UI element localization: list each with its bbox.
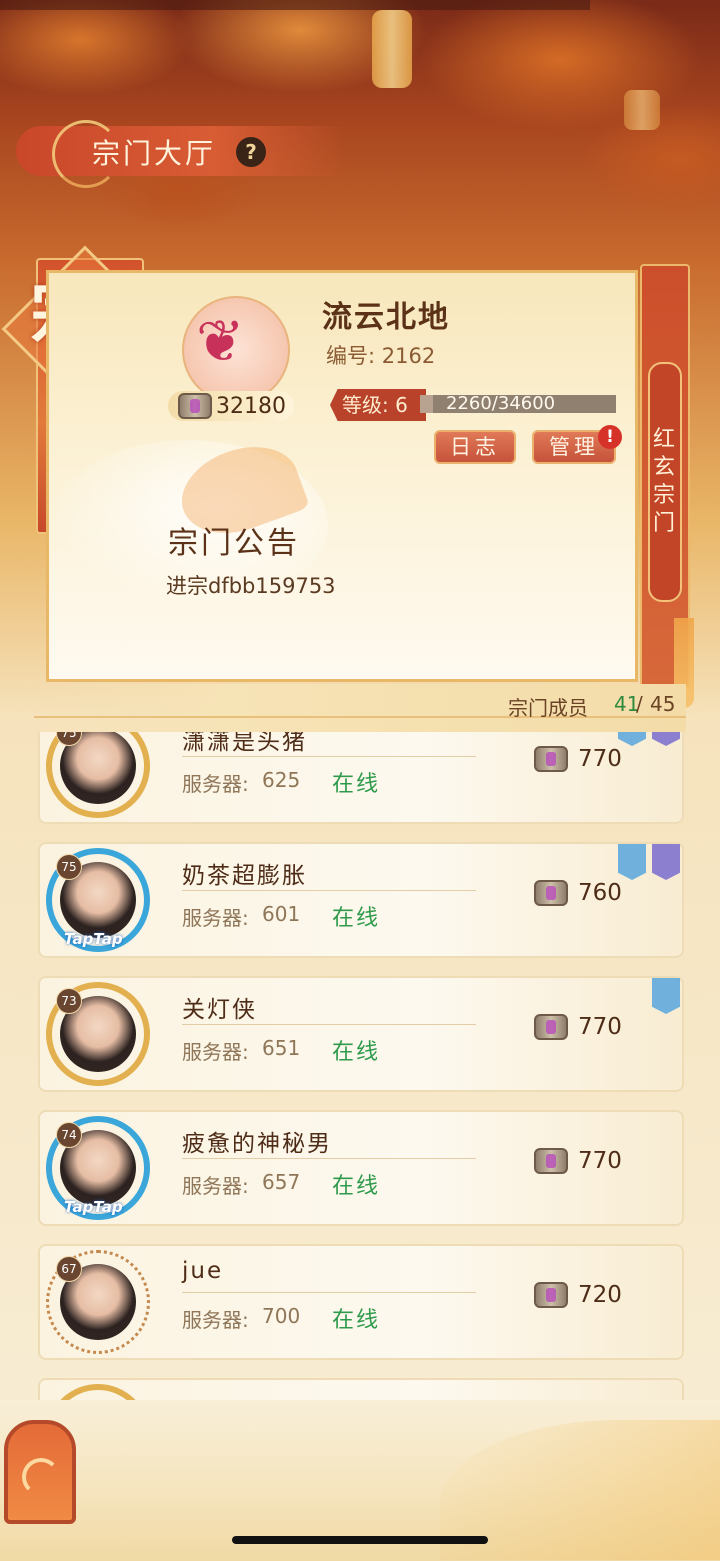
log-button[interactable]: 日志 bbox=[434, 430, 516, 464]
online-status: 在线 bbox=[332, 1174, 381, 1199]
server-label: 服务器: bbox=[182, 772, 249, 796]
level-badge: 67 bbox=[56, 1256, 82, 1282]
member-name: 奶茶超膨胀 bbox=[182, 863, 307, 889]
online-status: 在线 bbox=[332, 1040, 381, 1065]
divider bbox=[182, 1024, 476, 1025]
scroll-currency-icon bbox=[534, 1282, 568, 1308]
avatar[interactable]: 67 bbox=[46, 1250, 150, 1354]
clan-level-tag: 等级: 6 bbox=[330, 389, 426, 421]
clan-name: 流云北地 bbox=[322, 300, 450, 335]
scroll-currency-icon bbox=[534, 880, 568, 906]
lantern-icon bbox=[624, 90, 660, 130]
back-arrow-icon bbox=[22, 1458, 60, 1496]
taptap-label: TapTap bbox=[64, 1198, 123, 1216]
member-name: jue bbox=[182, 1258, 224, 1284]
scroll-currency-icon bbox=[534, 746, 568, 772]
notice-title: 宗门公告 bbox=[168, 526, 300, 561]
page-title: 宗门大厅 bbox=[92, 137, 217, 170]
clan-funds: 32180 bbox=[216, 394, 286, 419]
online-status: 在线 bbox=[332, 906, 381, 931]
server-label: 服务器: bbox=[182, 1308, 249, 1332]
scroll-currency-icon bbox=[534, 1148, 568, 1174]
member-card[interactable]: 74 TapTap 疲惫的神秘男 服务器: 657 在线 770 bbox=[38, 1110, 684, 1226]
role-badge-icon bbox=[618, 732, 646, 746]
lantern-icon bbox=[372, 10, 412, 88]
server-number: 700 bbox=[262, 1304, 301, 1328]
contribution-value: 770 bbox=[578, 1148, 622, 1174]
member-card[interactable]: 73 关灯侠 服务器: 651 在线 770 bbox=[38, 976, 684, 1092]
side-banner-text: 红玄宗门 bbox=[652, 427, 675, 536]
avatar[interactable]: 74 TapTap bbox=[46, 1116, 150, 1220]
member-card[interactable]: 67 jue 服务器: 700 在线 720 bbox=[38, 1244, 684, 1360]
contribution-value: 720 bbox=[578, 1282, 622, 1308]
taptap-label: TapTap bbox=[64, 930, 123, 948]
online-status: 在线 bbox=[332, 1308, 381, 1333]
alert-icon: ! bbox=[598, 425, 622, 449]
contribution-value: 760 bbox=[578, 880, 622, 906]
member-name: 潇潇是头猪 bbox=[182, 732, 307, 755]
member-card[interactable]: 75 TapTap 奶茶超膨胀 服务器: 601 在线 760 bbox=[38, 842, 684, 958]
scroll-currency-icon bbox=[178, 393, 212, 419]
divider bbox=[182, 756, 476, 757]
level-badge: 73 bbox=[56, 988, 82, 1014]
contribution-value: 770 bbox=[578, 1014, 622, 1040]
server-label: 服务器: bbox=[182, 1174, 249, 1198]
member-name: 疲惫的神秘男 bbox=[182, 1131, 332, 1157]
server-number: 657 bbox=[262, 1170, 301, 1194]
notice-text: 进宗dfbb159753 bbox=[166, 574, 336, 598]
divider bbox=[34, 716, 686, 718]
role-badge-icon bbox=[652, 732, 680, 746]
level-badge: 74 bbox=[56, 1122, 82, 1148]
member-name: 关灯侠 bbox=[182, 997, 257, 1023]
contribution-value: 770 bbox=[578, 746, 622, 772]
exp-progress-fill bbox=[420, 395, 433, 413]
member-card[interactable] bbox=[38, 1378, 684, 1402]
role-badge-icon bbox=[618, 844, 646, 880]
members-total: 45 bbox=[650, 692, 676, 716]
level-badge: 75 bbox=[56, 854, 82, 880]
divider bbox=[182, 890, 476, 891]
avatar[interactable]: 75 bbox=[46, 732, 150, 818]
divider bbox=[182, 1292, 476, 1293]
top-edge bbox=[0, 0, 590, 10]
member-list[interactable]: 75 潇潇是头猪 服务器: 625 在线 770 75 TapTap 奶茶超膨胀… bbox=[0, 732, 720, 1402]
server-number: 625 bbox=[262, 768, 301, 792]
members-separator: / bbox=[636, 692, 643, 716]
role-badge-icon bbox=[652, 844, 680, 880]
role-badge-icon bbox=[652, 978, 680, 1014]
exp-text: 2260/34600 bbox=[446, 393, 556, 414]
members-strip bbox=[34, 684, 686, 732]
avatar[interactable]: 75 TapTap bbox=[46, 848, 150, 952]
online-status: 在线 bbox=[332, 772, 381, 797]
butterfly-emblem-icon: ❦ bbox=[196, 307, 245, 375]
server-number: 601 bbox=[262, 902, 301, 926]
member-card[interactable]: 75 潇潇是头猪 服务器: 625 在线 770 bbox=[38, 732, 684, 824]
server-label: 服务器: bbox=[182, 906, 249, 930]
divider bbox=[182, 1158, 476, 1159]
help-button[interactable]: ? bbox=[236, 137, 266, 167]
scroll-currency-icon bbox=[534, 1014, 568, 1040]
clan-id: 编号: 2162 bbox=[326, 344, 436, 368]
avatar[interactable]: 73 bbox=[46, 982, 150, 1086]
home-indicator[interactable] bbox=[232, 1536, 488, 1544]
server-number: 651 bbox=[262, 1036, 301, 1060]
server-label: 服务器: bbox=[182, 1040, 249, 1064]
members-label: 宗门成员 bbox=[508, 696, 588, 720]
